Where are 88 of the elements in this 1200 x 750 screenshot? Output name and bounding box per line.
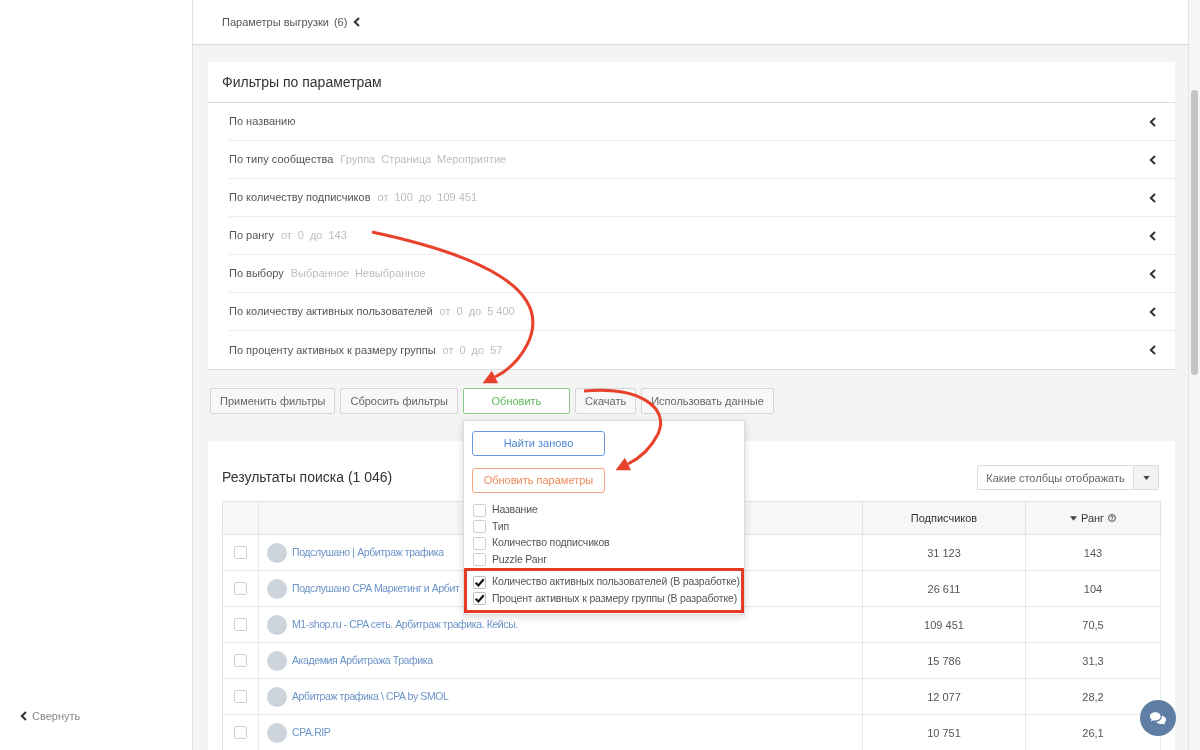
checkbox[interactable] <box>234 654 247 668</box>
checkbox-label[interactable]: Количество подписчиков <box>491 535 610 552</box>
filter-row[interactable]: По рангу от 0 до 143 <box>229 217 1175 255</box>
table-cell: 109 451 <box>863 607 1026 644</box>
export-settings-toggle[interactable]: Параметры выгрузки (6) <box>222 13 361 31</box>
checkbox[interactable] <box>472 503 486 517</box>
checkbox[interactable] <box>472 575 486 589</box>
checkbox[interactable] <box>234 618 247 632</box>
filter-row[interactable]: По названию <box>229 103 1175 141</box>
filter-label: По количеству активных пользователей <box>229 304 433 320</box>
filter-value: 57 <box>490 342 503 358</box>
filter-value: до <box>309 228 323 244</box>
filter-value: от <box>439 304 451 320</box>
table-cell: 70,5 <box>1026 607 1161 644</box>
chat-bubbles-icon <box>1149 710 1167 726</box>
filter-row[interactable]: По количеству подписчиков от 100 до 109 451 <box>229 179 1175 217</box>
checkbox[interactable] <box>472 536 486 550</box>
avatar <box>267 578 287 599</box>
menu-button[interactable]: Найти заново <box>471 431 605 456</box>
collapse-link[interactable]: Свернуть <box>20 707 192 724</box>
filter-label: По типу сообщества <box>229 152 334 168</box>
avatar <box>267 542 287 563</box>
avatar <box>267 650 287 671</box>
filter-value: до <box>418 190 432 206</box>
checkbox[interactable] <box>472 592 486 606</box>
table-cell: 104 <box>1026 571 1161 608</box>
filter-row[interactable]: По количеству активных пользователей от 0 до 5 400 <box>229 293 1175 331</box>
checkmark-icon <box>473 593 485 605</box>
filter-row[interactable]: По проценту активных к размеру группы от 0 до 57 <box>229 331 1175 369</box>
checkbox[interactable] <box>234 726 247 740</box>
filter-value: 0 <box>456 304 463 320</box>
filter-value: от <box>280 228 292 244</box>
action-button[interactable]: Скачать <box>574 388 637 415</box>
filter-value: Страница <box>381 152 432 168</box>
filter-label: По выбору <box>229 266 284 282</box>
filter-value: Группа <box>340 152 376 168</box>
checkbox-label[interactable]: Количество активных пользователей (В разработке) <box>491 574 740 591</box>
column-header[interactable]: Ранг <box>1026 502 1161 536</box>
table-cell: 10 751 <box>863 715 1026 750</box>
table-cell: 31,3 <box>1026 643 1161 680</box>
checkbox-label[interactable]: Название <box>491 502 538 519</box>
results-title: Результаты поиска (1 046) <box>222 468 393 488</box>
action-button[interactable]: Использовать данные <box>641 388 774 415</box>
filter-value: 0 <box>297 228 304 244</box>
filter-value: Невыбранное <box>354 266 426 282</box>
avatar <box>267 614 287 635</box>
filter-value: 143 <box>328 228 347 244</box>
checkbox[interactable] <box>234 690 247 704</box>
checkbox[interactable] <box>472 520 486 534</box>
filter-value: 0 <box>459 342 466 358</box>
table-cell: 143 <box>1026 535 1161 572</box>
table-cell: 12 077 <box>863 679 1026 716</box>
columns-caret-button[interactable] <box>1134 465 1159 491</box>
filter-value: от <box>442 342 454 358</box>
scrollbar-thumb[interactable] <box>1191 90 1198 375</box>
checkbox-label[interactable]: Puzzle Ранг <box>491 551 547 568</box>
filter-value: 100 <box>394 190 413 206</box>
checkbox-label[interactable]: Тип <box>491 518 509 535</box>
table-cell: 26 611 <box>863 571 1026 608</box>
checkbox[interactable] <box>234 582 247 596</box>
filter-row[interactable]: По выбору Выбранное Невыбранное <box>229 255 1175 293</box>
filter-value: Мероприятие <box>437 152 507 168</box>
filter-value: Выбранное <box>290 266 349 282</box>
filter-value: 109 451 <box>437 190 478 206</box>
avatar <box>267 722 287 743</box>
table-cell: 15 786 <box>863 643 1026 680</box>
filter-row[interactable]: По типу сообщества Группа Страница Мероприятие <box>229 141 1175 179</box>
checkbox[interactable] <box>472 553 486 567</box>
columns-button[interactable]: Какие столбцы отображать <box>977 465 1134 491</box>
filter-value: от <box>377 190 389 206</box>
action-button[interactable]: Применить фильтры <box>210 388 336 415</box>
filters-title: Фильтры по параметрам <box>222 72 382 92</box>
filter-label: По рангу <box>229 228 274 244</box>
checkbox-label[interactable]: Процент активных к размеру группы (В разработке) <box>491 590 737 607</box>
filter-value: 5 400 <box>487 304 515 320</box>
filter-label: По проценту активных к размеру группы <box>229 342 436 358</box>
action-button[interactable]: Сбросить фильтры <box>340 388 458 415</box>
avatar <box>267 686 287 707</box>
filter-label: По названию <box>229 114 296 130</box>
filter-label: По количеству подписчиков <box>229 190 371 206</box>
column-header[interactable]: Подписчиков <box>863 502 1026 536</box>
chevron-left-icon <box>20 710 27 721</box>
caret-down-icon <box>1142 475 1150 480</box>
filter-value: до <box>471 342 485 358</box>
filter-value: до <box>468 304 482 320</box>
checkbox[interactable] <box>234 546 247 560</box>
table-cell: 31 123 <box>863 535 1026 572</box>
checkmark-icon <box>473 576 485 588</box>
